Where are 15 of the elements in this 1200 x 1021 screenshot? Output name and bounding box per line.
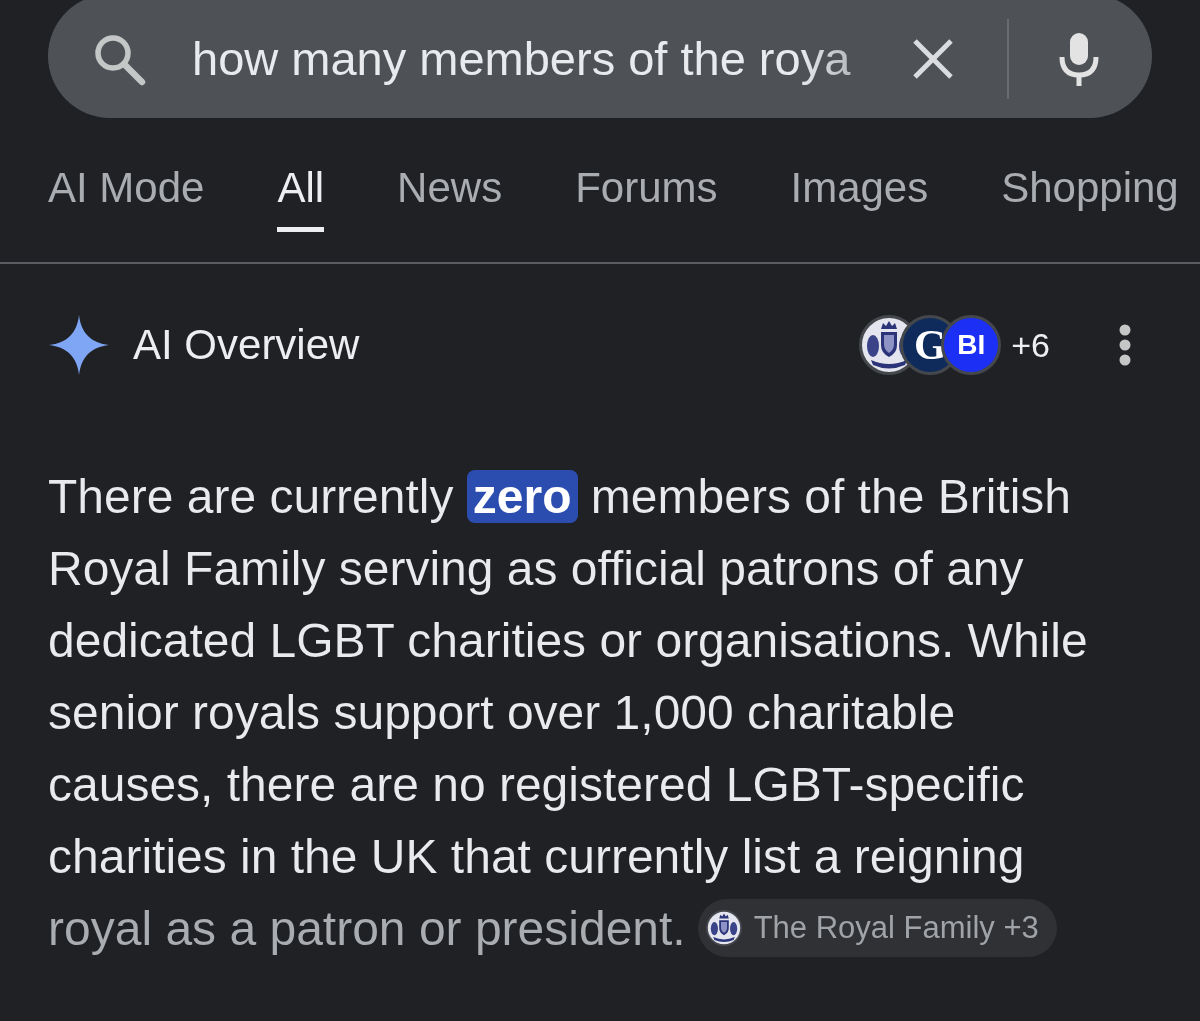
citation-chip[interactable]: The Royal Family +3	[697, 899, 1057, 958]
tab[interactable]: Forums	[575, 164, 718, 232]
tab[interactable]: Images	[790, 164, 929, 232]
tab[interactable]: News	[397, 164, 503, 232]
sources-button[interactable]: G BI +6	[859, 315, 1050, 375]
section-title: AI Overview	[133, 320, 360, 370]
search-icon	[92, 32, 146, 86]
crest-icon	[705, 910, 742, 947]
tab[interactable]: Shopping	[1001, 164, 1179, 232]
more-options-icon	[1119, 324, 1131, 366]
search-input[interactable]: how many members of the roya	[192, 31, 882, 87]
tab[interactable]: AI Mode	[48, 164, 205, 232]
tab[interactable]: All	[277, 164, 325, 232]
close-icon	[911, 37, 955, 81]
search-bar[interactable]: how many members of the roya	[48, 0, 1152, 118]
